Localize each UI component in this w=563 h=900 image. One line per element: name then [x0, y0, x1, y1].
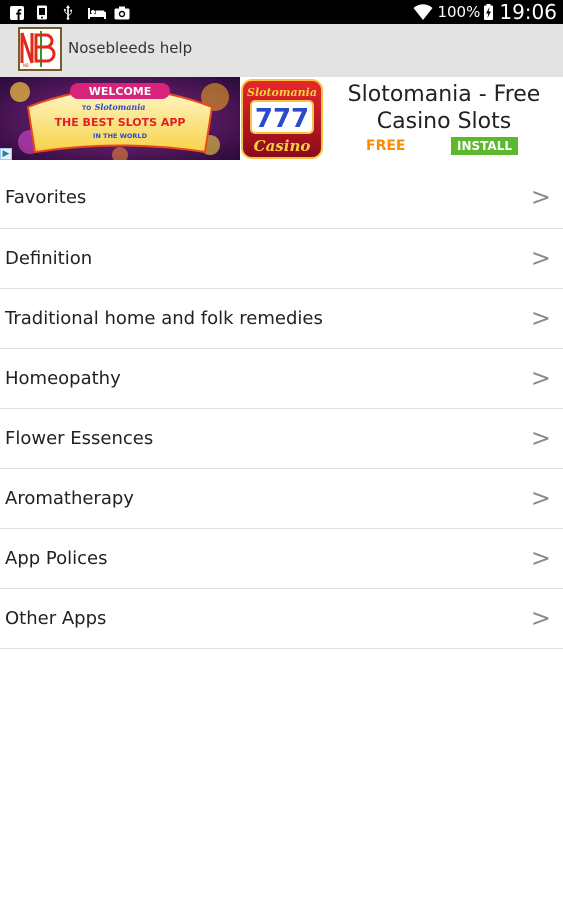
menu-item-label: Homeopathy — [5, 368, 121, 389]
menu-item-definition[interactable]: Definition > — [0, 229, 563, 289]
ad-title[interactable]: Slotomania - Free Casino Slots — [328, 81, 560, 135]
usb-icon — [62, 5, 76, 20]
ad-headline-text: THE BEST SLOTS APP — [55, 116, 186, 129]
battery-charging-icon — [484, 4, 494, 20]
logo-text: NB — [23, 63, 29, 68]
ad-title-line2: Casino Slots — [376, 109, 512, 134]
menu-item-aromatherapy[interactable]: Aromatherapy > — [0, 469, 563, 529]
menu-item-label: Definition — [5, 248, 93, 269]
menu-item-label: Flower Essences — [5, 428, 154, 449]
chevron-right-icon: > — [530, 304, 551, 332]
ad-welcome-text: WELCOME — [89, 85, 152, 98]
ad-icon-brand-text: Slotomania — [247, 86, 317, 99]
chevron-right-icon: > — [530, 424, 551, 452]
ad-install-button[interactable]: INSTALL — [451, 137, 518, 155]
ad-price-label: FREE — [366, 138, 406, 154]
app-title: Nosebleeds help — [68, 39, 193, 57]
ad-title-line1: Slotomania - Free — [347, 82, 541, 107]
ad-brand-text: Slotomania — [95, 102, 146, 112]
screenshot-icon — [36, 5, 50, 20]
menu-item-traditional-remedies[interactable]: Traditional home and folk remedies > — [0, 289, 563, 349]
menu-item-homeopathy[interactable]: Homeopathy > — [0, 349, 563, 409]
ad-promo-image[interactable]: WELCOME TO Slotomania THE BEST SLOTS APP… — [0, 77, 240, 160]
menu-item-label: Aromatherapy — [5, 488, 134, 509]
chevron-right-icon: > — [530, 183, 551, 211]
notification-icons — [10, 3, 130, 21]
menu-item-other-apps[interactable]: Other Apps > — [0, 589, 563, 649]
photo-icon — [114, 5, 130, 20]
chevron-right-icon: > — [530, 364, 551, 392]
status-bar: 100% 19:06 — [0, 0, 563, 24]
chevron-right-icon: > — [530, 604, 551, 632]
chevron-right-icon: > — [530, 544, 551, 572]
menu-item-label: Other Apps — [5, 608, 107, 629]
action-bar: NB Nosebleeds help — [0, 24, 563, 78]
battery-percent: 100% — [437, 3, 481, 21]
menu-item-label: Traditional home and folk remedies — [5, 308, 323, 329]
chevron-right-icon: > — [530, 244, 551, 272]
ad-icon-reels-text: 777 — [255, 104, 309, 134]
menu-item-label: App Polices — [5, 548, 108, 569]
menu-item-app-polices[interactable]: App Polices > — [0, 529, 563, 589]
ad-icon-label-text: Casino — [254, 137, 311, 155]
ad-to-text: TO — [82, 105, 91, 112]
ad-banner[interactable]: WELCOME TO Slotomania THE BEST SLOTS APP… — [0, 77, 563, 160]
chevron-right-icon: > — [530, 484, 551, 512]
menu-item-label: Favorites — [5, 187, 87, 208]
clock: 19:06 — [499, 0, 557, 24]
facebook-icon — [10, 5, 24, 20]
ad-app-icon[interactable]: Slotomania 777 Casino — [241, 79, 323, 159]
app-logo[interactable]: NB — [18, 27, 62, 71]
wifi-icon — [413, 3, 433, 21]
bed-icon — [88, 5, 106, 19]
menu-list: Favorites > Definition > Traditional hom… — [0, 168, 563, 649]
menu-item-flower-essences[interactable]: Flower Essences > — [0, 409, 563, 469]
menu-item-favorites[interactable]: Favorites > — [0, 168, 563, 229]
system-status: 100% 19:06 — [413, 0, 557, 24]
adchoices-icon[interactable]: ▶ — [0, 148, 12, 160]
ad-subline-text: IN THE WORLD — [93, 132, 148, 140]
